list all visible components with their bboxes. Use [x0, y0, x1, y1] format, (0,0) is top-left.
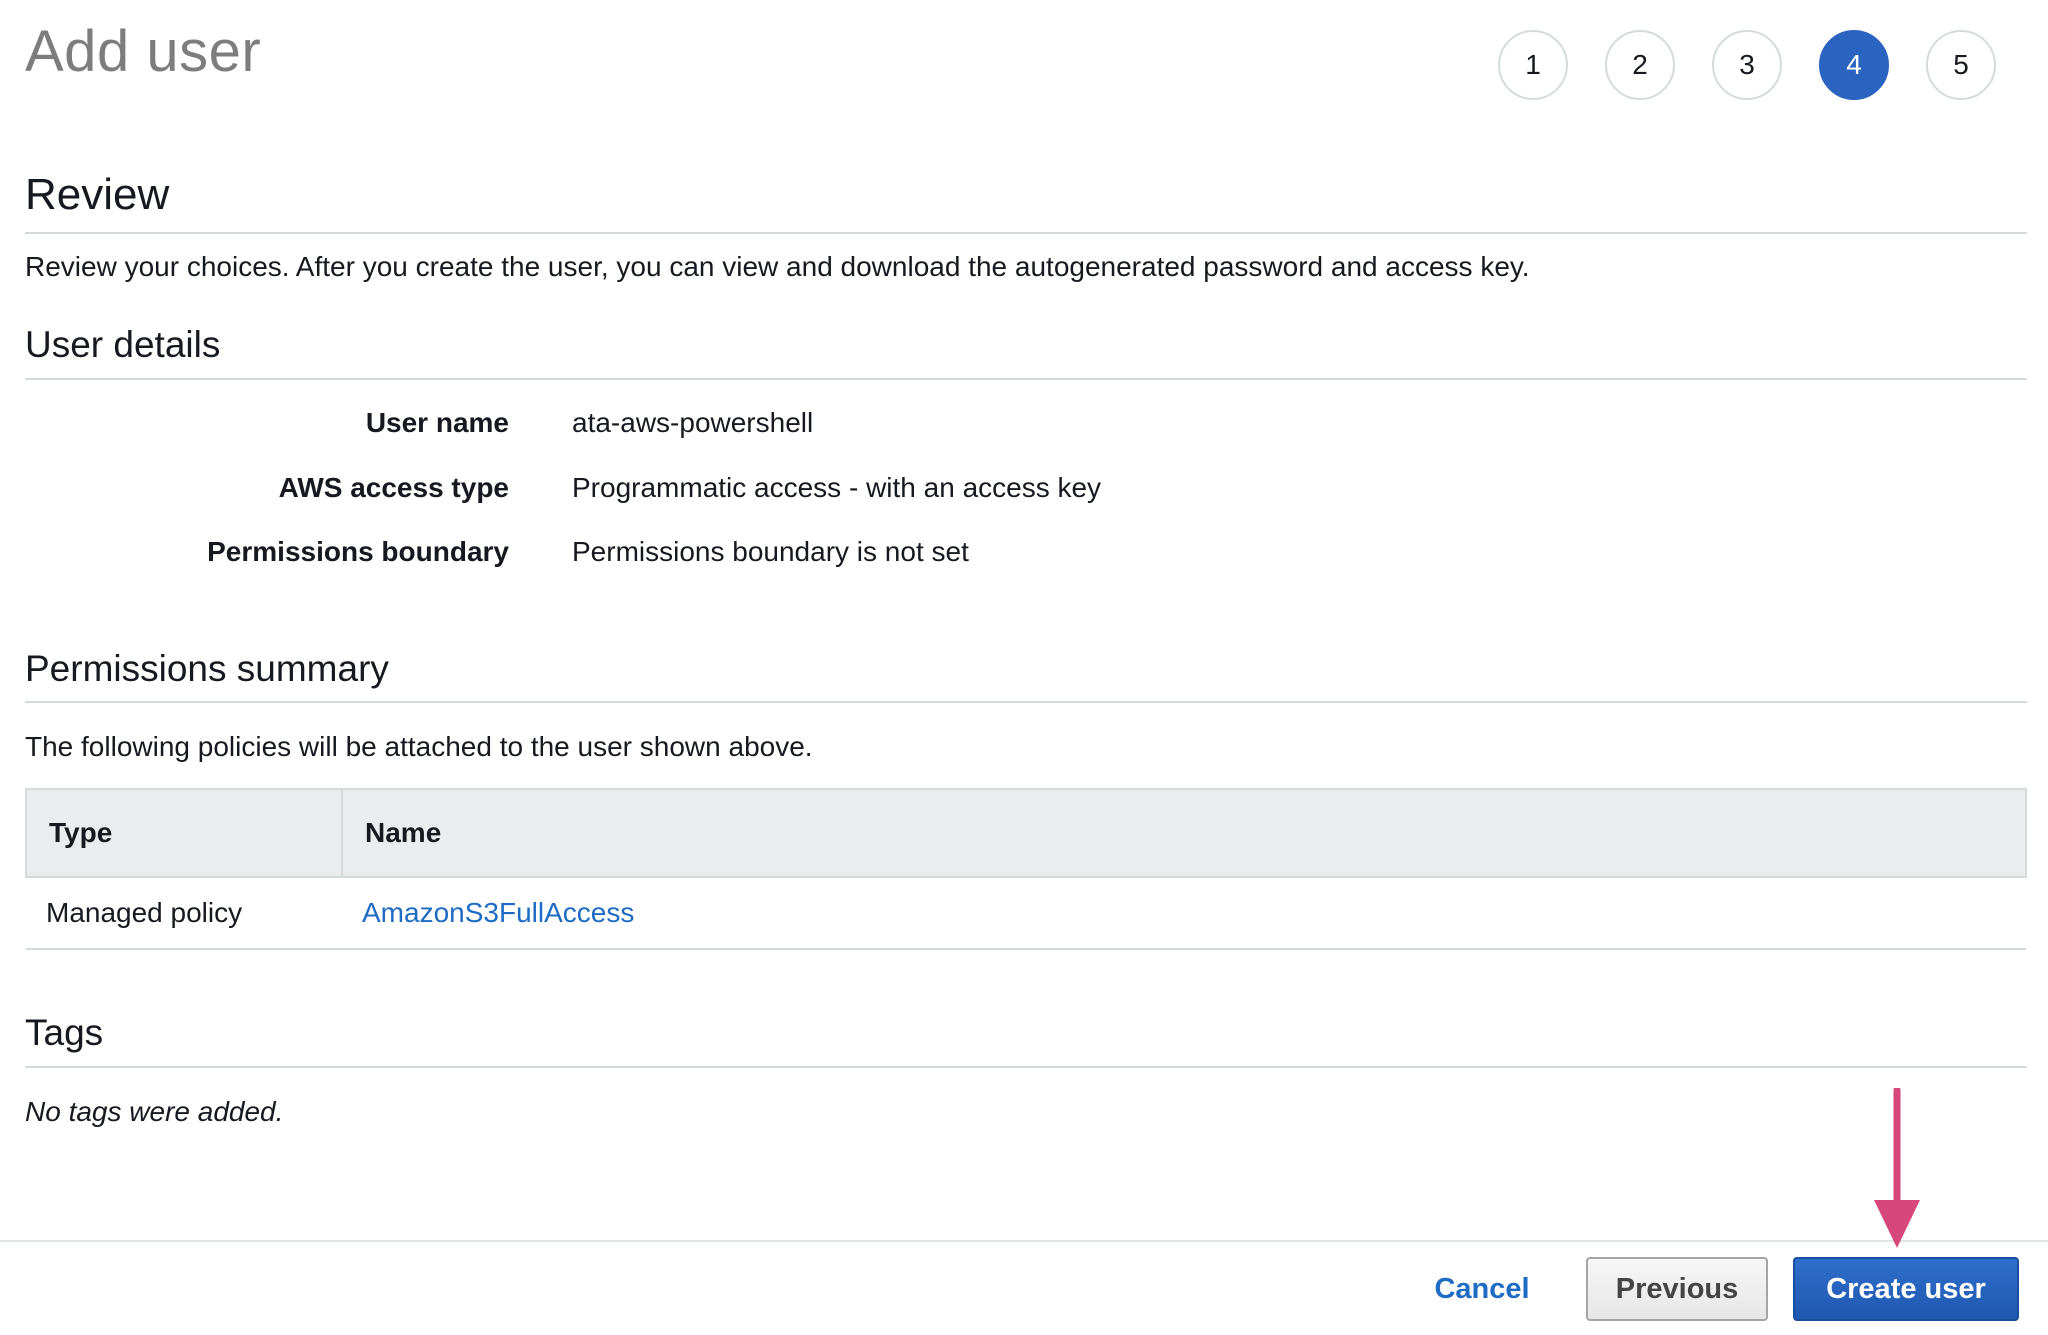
step-1[interactable]: 1 [1498, 30, 1568, 100]
table-header-row: Type Name [25, 788, 2027, 878]
divider [25, 1066, 2027, 1068]
detail-value: Programmatic access - with an access key [572, 472, 1102, 503]
footer-divider [0, 1240, 2048, 1242]
step-2[interactable]: 2 [1605, 30, 1675, 100]
permissions-summary-heading: Permissions summary [25, 648, 389, 689]
permissions-description: The following policies will be attached … [25, 731, 813, 762]
wizard-steps: 1 2 3 4 5 [1498, 30, 1996, 100]
column-header-type[interactable]: Type [25, 788, 343, 878]
detail-label: AWS access type [278, 472, 509, 503]
detail-label: User name [365, 407, 509, 438]
policy-name-link[interactable]: AmazonS3FullAccess [362, 897, 634, 928]
divider [25, 232, 2027, 234]
step-4[interactable]: 4 [1819, 30, 1889, 100]
policies-table: Type Name Managed policy AmazonS3FullAcc… [25, 788, 2027, 950]
create-user-button[interactable]: Create user [1793, 1257, 2019, 1321]
detail-row-permissions-boundary: Permissions boundary Permissions boundar… [25, 532, 1525, 572]
detail-value: ata-aws-powershell [572, 407, 814, 438]
detail-row-access-type: AWS access type Programmatic access - wi… [25, 468, 1525, 508]
detail-value: Permissions boundary is not set [572, 536, 969, 567]
divider [25, 378, 2027, 380]
tags-empty-text: No tags were added. [25, 1096, 284, 1127]
arrow-down-icon [1874, 1088, 1920, 1248]
step-3[interactable]: 3 [1712, 30, 1782, 100]
column-header-name[interactable]: Name [341, 788, 2027, 878]
detail-label: Permissions boundary [207, 536, 509, 567]
divider [25, 701, 2027, 703]
user-details-heading: User details [25, 324, 221, 365]
detail-row-user-name: User name ata-aws-powershell [25, 403, 1525, 443]
page-title: Add user [25, 19, 262, 84]
review-heading: Review [25, 170, 170, 219]
previous-button[interactable]: Previous [1586, 1257, 1768, 1321]
cancel-button[interactable]: Cancel [1412, 1257, 1552, 1321]
step-5[interactable]: 5 [1926, 30, 1996, 100]
policy-type: Managed policy [26, 877, 342, 950]
table-row: Managed policy AmazonS3FullAccess [26, 877, 2026, 950]
tags-heading: Tags [25, 1012, 104, 1053]
review-description: Review your choices. After you create th… [25, 251, 1530, 282]
policy-name-cell: AmazonS3FullAccess [342, 877, 2026, 950]
